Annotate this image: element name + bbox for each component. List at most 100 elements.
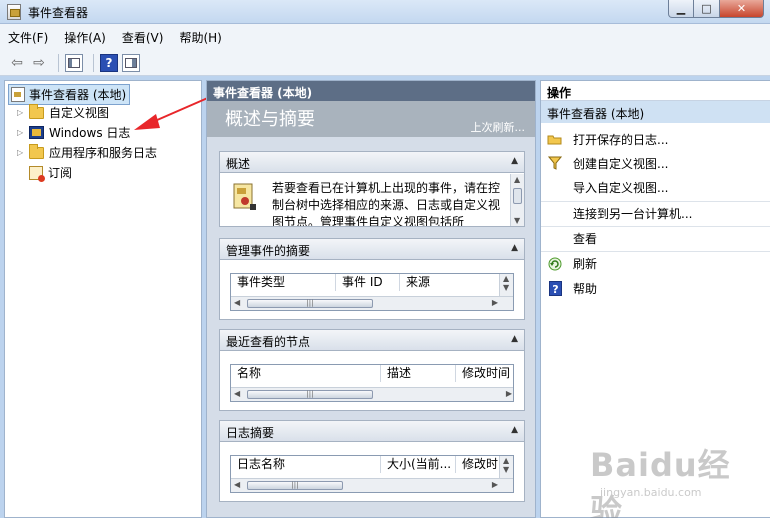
filter-icon: [547, 156, 563, 170]
table-horizontal-scrollbar[interactable]: ◀ ||| ▶: [231, 296, 513, 310]
scroll-right-icon[interactable]: ▶: [492, 480, 498, 489]
tree-root-event-viewer[interactable]: 事件查看器 (本地): [8, 84, 131, 105]
section-title: 管理事件的摘要: [226, 244, 311, 258]
scroll-right-icon[interactable]: ▶: [492, 298, 498, 307]
collapse-icon[interactable]: ▲: [511, 243, 518, 253]
console-tree: 事件查看器 (本地) ▷ 自定义视图 ▷ Windows 日志 ▷ 应用程序和服…: [4, 80, 202, 518]
table-horizontal-scrollbar[interactable]: ◀ ||| ▶: [231, 387, 513, 401]
action-connect-another-computer[interactable]: 连接到另一台计算机...: [541, 201, 770, 225]
window-controls: ▁ □ ✕: [668, 0, 764, 18]
section-title: 概述: [226, 157, 251, 171]
tree-item-app-service-logs[interactable]: ▷ 应用程序和服务日志: [17, 143, 158, 161]
menu-file[interactable]: 文件(F): [8, 29, 48, 46]
minimize-button[interactable]: ▁: [668, 0, 694, 18]
scroll-down-icon[interactable]: ▼: [514, 216, 520, 225]
event-viewer-app-icon: [7, 4, 21, 20]
forward-arrow-icon: ⇨: [33, 54, 45, 71]
action-label: 打开保存的日志...: [573, 132, 669, 147]
column-header-source[interactable]: 来源: [400, 274, 500, 291]
scroll-thumb[interactable]: [513, 188, 522, 204]
actions-pane: 操作 事件查看器 (本地) 打开保存的日志... 创建自定义视图... 导入自定…: [540, 80, 770, 518]
menu-help[interactable]: 帮助(H): [179, 29, 221, 46]
help-icon: ?: [547, 280, 563, 296]
column-header-modified-time[interactable]: 修改时间: [456, 365, 513, 382]
close-button[interactable]: ✕: [720, 0, 764, 18]
overview-vertical-scrollbar[interactable]: ▲ ▼: [510, 174, 524, 226]
overview-section: 概述 ▲ 若要查看已在计算机上出现的事件，请在控制台树中选择相应的来源、日志或自…: [219, 151, 525, 227]
table-horizontal-scrollbar[interactable]: ◀ ||| ▶: [231, 478, 513, 492]
actions-subheader[interactable]: 事件查看器 (本地): [541, 101, 770, 123]
scroll-up-icon[interactable]: ▲: [514, 175, 520, 184]
help-button[interactable]: ?: [100, 53, 118, 72]
window-title: 事件查看器: [28, 6, 89, 20]
admin-events-summary-section: 管理事件的摘要 ▲ 事件类型 事件 ID 来源 ▲ ▼ ◀ ||| ▶: [219, 238, 525, 320]
action-label: 连接到另一台计算机...: [573, 207, 693, 221]
tree-item-label: 应用程序和服务日志: [49, 146, 158, 160]
table-vertical-scrollbar[interactable]: ▲ ▼: [499, 274, 513, 296]
menu-view[interactable]: 查看(V): [122, 29, 164, 46]
scroll-left-icon[interactable]: ◀: [234, 298, 240, 307]
action-create-custom-view[interactable]: 创建自定义视图...: [541, 151, 770, 175]
menu-action[interactable]: 操作(A): [64, 29, 106, 46]
scroll-down-icon[interactable]: ▼: [503, 465, 509, 474]
scroll-up-icon[interactable]: ▲: [503, 456, 509, 465]
scroll-thumb[interactable]: |||: [247, 390, 373, 399]
scroll-left-icon[interactable]: ◀: [234, 389, 240, 398]
last-refreshed-label: 上次刷新...: [470, 121, 526, 134]
table-vertical-scrollbar[interactable]: ▲ ▼: [499, 456, 513, 478]
expand-arrow-icon[interactable]: ▷: [17, 128, 27, 137]
center-pane: 事件查看器 (本地) 概述与摘要 上次刷新... 概述 ▲ 若要查看已在计算机上…: [206, 80, 536, 518]
tree-item-subscriptions[interactable]: 订阅: [29, 164, 72, 182]
action-import-custom-view[interactable]: 导入自定义视图...: [541, 175, 770, 199]
column-header-log-name[interactable]: 日志名称: [231, 456, 381, 473]
scroll-left-icon[interactable]: ◀: [234, 480, 240, 489]
column-header-name[interactable]: 名称: [231, 365, 381, 382]
console-tree-icon: [68, 57, 80, 68]
collapse-icon[interactable]: ▲: [511, 156, 518, 166]
subscription-icon: [29, 165, 45, 182]
collapse-icon[interactable]: ▲: [511, 425, 518, 435]
admin-events-summary-header[interactable]: 管理事件的摘要 ▲: [220, 239, 524, 260]
action-open-saved-log[interactable]: 打开保存的日志...: [541, 127, 770, 151]
column-header-event-id[interactable]: 事件 ID: [336, 274, 400, 291]
scroll-up-icon[interactable]: ▲: [503, 274, 509, 283]
scroll-right-icon[interactable]: ▶: [506, 389, 512, 398]
maximize-button[interactable]: □: [694, 0, 720, 18]
section-title: 日志摘要: [226, 426, 275, 440]
tree-item-custom-views[interactable]: ▷ 自定义视图: [17, 103, 109, 121]
column-header-description[interactable]: 描述: [381, 365, 456, 382]
overview-text: 若要查看已在计算机上出现的事件，请在控制台树中选择相应的来源、日志或自定义视图节…: [272, 181, 501, 226]
expand-arrow-icon[interactable]: ▷: [17, 108, 27, 117]
section-title: 最近查看的节点: [226, 335, 311, 349]
open-folder-icon: [547, 133, 563, 145]
overview-section-header[interactable]: 概述 ▲: [220, 152, 524, 173]
log-summary-table: 日志名称 大小(当前... 修改时 ▲ ▼ ◀ ||| ▶: [230, 455, 514, 493]
center-scroll-area[interactable]: 概述 ▲ 若要查看已在计算机上出现的事件，请在控制台树中选择相应的来源、日志或自…: [207, 137, 535, 517]
column-header-modified[interactable]: 修改时: [456, 456, 501, 473]
forward-button[interactable]: ⇨: [30, 54, 48, 72]
help-icon: ?: [105, 55, 113, 70]
log-summary-header[interactable]: 日志摘要 ▲: [220, 421, 524, 442]
action-refresh[interactable]: 刷新: [541, 251, 770, 275]
scroll-thumb[interactable]: |||: [247, 299, 373, 308]
event-viewer-icon: [11, 87, 25, 102]
action-help[interactable]: ? 帮助: [541, 276, 770, 300]
show-action-pane-button[interactable]: [122, 53, 140, 72]
show-console-tree-button[interactable]: [65, 53, 83, 72]
collapse-icon[interactable]: ▲: [511, 334, 518, 344]
action-label: 刷新: [573, 257, 598, 271]
svg-text:?: ?: [552, 283, 558, 296]
center-pane-header: 事件查看器 (本地): [207, 81, 535, 101]
column-header-event-type[interactable]: 事件类型: [231, 274, 336, 291]
tree-item-windows-logs[interactable]: ▷ Windows 日志: [17, 124, 130, 141]
scroll-down-icon[interactable]: ▼: [503, 283, 509, 292]
action-view[interactable]: 查看: [541, 226, 770, 250]
close-icon: ✕: [736, 2, 747, 15]
event-log-info-icon: [233, 183, 256, 210]
scroll-thumb[interactable]: |||: [247, 481, 343, 490]
expand-arrow-icon[interactable]: ▷: [17, 148, 27, 157]
recent-nodes-header[interactable]: 最近查看的节点 ▲: [220, 330, 524, 351]
maximize-icon: □: [701, 2, 712, 15]
column-header-size[interactable]: 大小(当前...: [381, 456, 456, 473]
back-button[interactable]: ⇦: [8, 54, 26, 72]
